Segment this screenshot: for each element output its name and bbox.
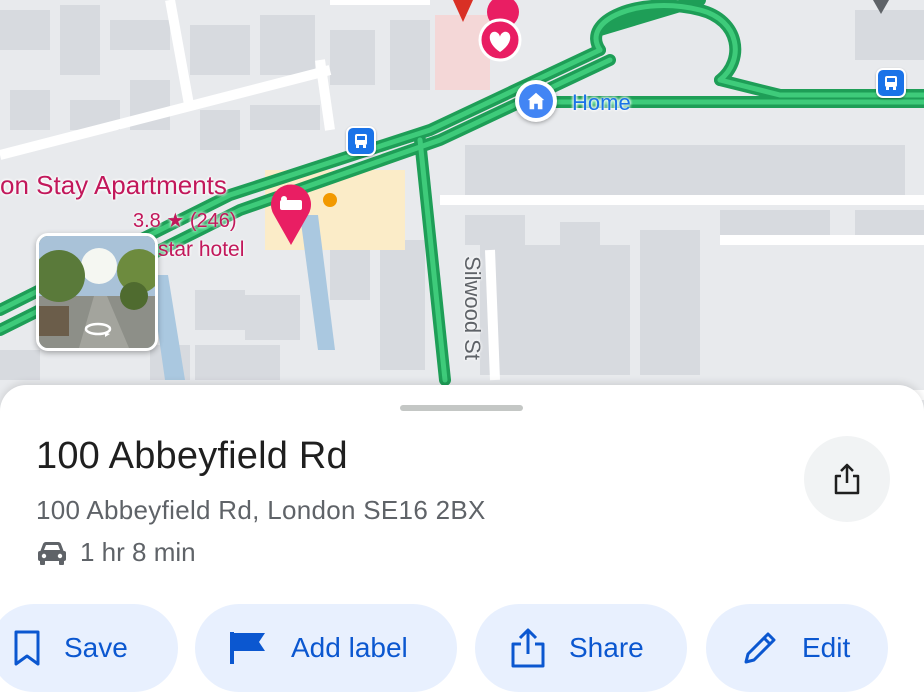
compass-icon[interactable]	[870, 0, 892, 16]
save-label: Save	[64, 632, 128, 663]
poi-name-label[interactable]: on Stay Apartments	[0, 170, 227, 201]
map-view[interactable]: on Stay Apartments 3.8 ★ (246) star hote…	[0, 0, 924, 420]
place-title: 100 Abbeyfield Rd	[36, 435, 348, 477]
rotate-360-icon	[84, 322, 112, 337]
bookmark-icon	[14, 630, 40, 666]
street-label: Silwood St	[459, 256, 485, 360]
heart-pin-icon[interactable]	[445, 0, 525, 62]
bus-stop-icon[interactable]	[346, 126, 376, 156]
pencil-icon	[744, 632, 776, 664]
share-icon	[834, 463, 860, 495]
add-label-label: Add label	[291, 632, 408, 663]
flag-icon	[230, 632, 265, 664]
edit-label: Edit	[802, 632, 851, 663]
share-label: Share	[569, 632, 644, 663]
home-pin[interactable]	[515, 80, 557, 122]
edit-button[interactable]: Edit	[706, 604, 888, 692]
poi-rating-label: 3.8 ★ (246)	[133, 210, 237, 232]
car-icon	[38, 541, 66, 565]
poi-subtitle-label: star hotel	[158, 238, 245, 261]
share-icon	[511, 628, 545, 668]
hotel-pin-icon[interactable]	[268, 183, 314, 247]
place-bottom-sheet[interactable]: 100 Abbeyfield Rd 100 Abbeyfield Rd, Lon…	[0, 385, 924, 700]
drive-time: 1 hr 8 min	[80, 537, 196, 567]
bus-stop-icon[interactable]	[876, 68, 906, 98]
home-label[interactable]: Home	[572, 90, 631, 116]
save-button[interactable]: Save	[0, 604, 178, 692]
drive-time-row: 1 hr 8 min	[36, 537, 196, 568]
drag-handle[interactable]	[400, 405, 523, 411]
add-label-button[interactable]: Add label	[195, 604, 457, 692]
place-address: 100 Abbeyfield Rd, London SE16 2BX	[36, 495, 486, 525]
share-button[interactable]	[804, 436, 890, 522]
street-view-thumbnail[interactable]	[36, 233, 158, 351]
share-action-button[interactable]: Share	[475, 604, 687, 692]
home-icon	[527, 92, 545, 110]
